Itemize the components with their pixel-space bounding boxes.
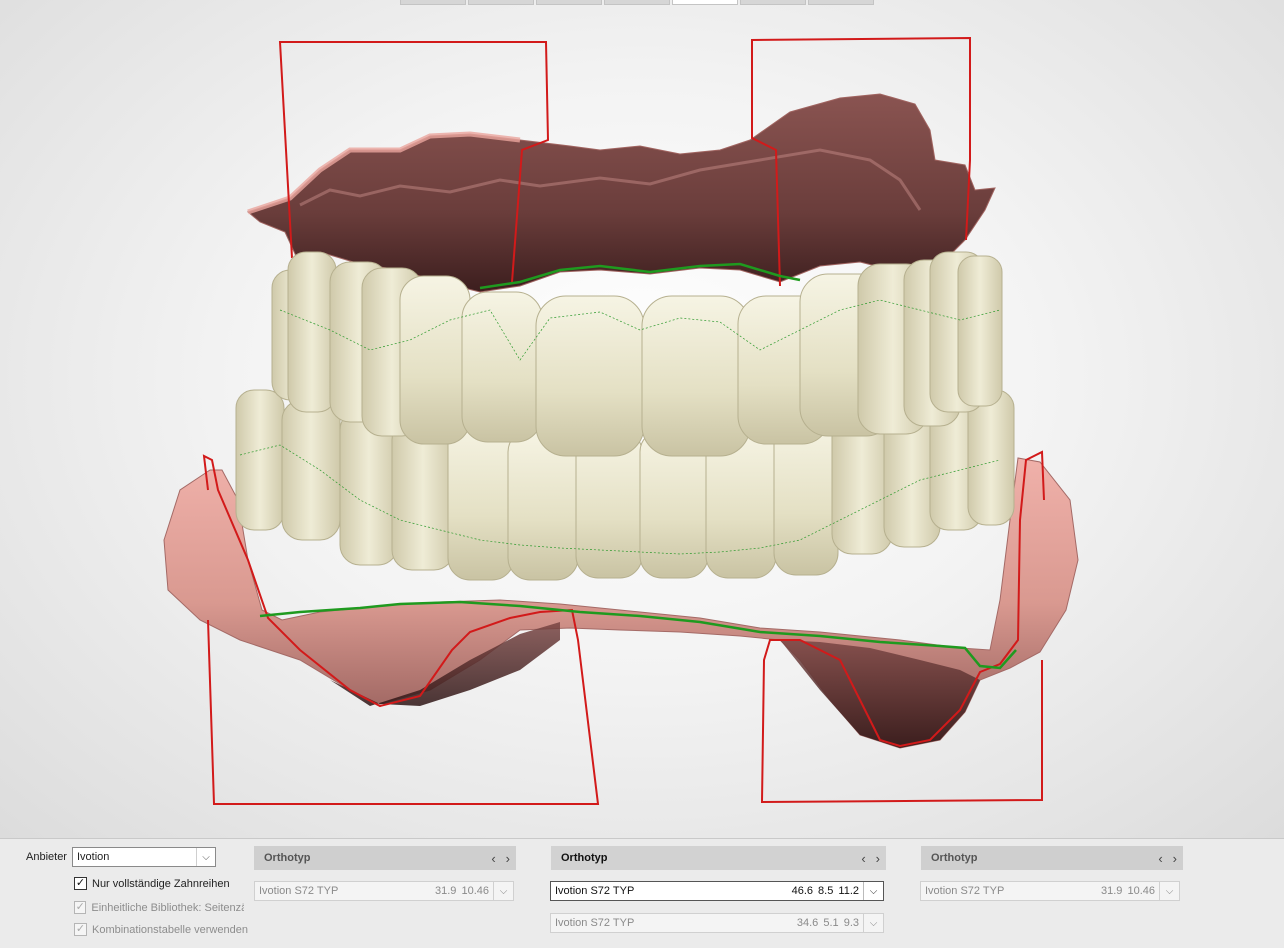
chevron-down-icon[interactable]: ⌵ — [863, 914, 883, 932]
column-header-right: Orthotyp ‹ › — [921, 846, 1183, 870]
provider-dropdown[interactable]: Ivotion ⌵ — [72, 847, 216, 867]
tooth-set-values: 31.9 10.46 — [1101, 885, 1155, 897]
tooth-set-select-center[interactable]: Ivotion S72 TYP 46.6 8.5 11.2 ⌵ — [550, 881, 884, 901]
option-label: Einheitliche Bibliothek: Seitenzäh — [91, 901, 244, 914]
chevron-down-icon[interactable]: ⌵ — [863, 882, 883, 900]
chevron-down-icon[interactable]: ⌵ — [197, 848, 215, 866]
checkbox-complete-rows[interactable]: ✓ — [74, 877, 87, 890]
option-label: Kombinationstabelle verwenden — [92, 923, 248, 936]
chevron-down-icon[interactable]: ⌵ — [1159, 882, 1179, 900]
tooth-set-values: 31.9 10.46 — [435, 885, 489, 897]
column-title: Orthotyp — [264, 852, 311, 864]
next-icon[interactable]: › — [1173, 851, 1177, 866]
checkbox-combination-table: ✓ — [74, 923, 87, 936]
column-header-center: Orthotyp ‹ › — [551, 846, 886, 870]
tooth-set-select-center-2[interactable]: Ivotion S72 TYP 34.6 5.1 9.3 ⌵ — [550, 913, 884, 933]
3d-viewport[interactable] — [0, 0, 1284, 838]
tooth-set-name: Ivotion S72 TYP — [925, 885, 1005, 897]
tooth-set-values: 34.6 5.1 9.3 — [796, 917, 859, 929]
checkbox-uniform-library: ✓ — [74, 901, 87, 914]
provider-label: Anbieter — [26, 851, 67, 863]
option-complete-rows[interactable]: ✓ Nur vollständige Zahnreihen — [74, 877, 230, 890]
upper-teeth — [271, 251, 1003, 457]
prev-icon[interactable]: ‹ — [1158, 851, 1162, 866]
tooth-set-name: Ivotion S72 TYP — [555, 917, 635, 929]
tooth-set-select-left[interactable]: Ivotion S72 TYP 31.9 10.46 ⌵ — [254, 881, 514, 901]
tooth-set-values: 46.6 8.5 11.2 — [791, 885, 859, 897]
option-label: Nur vollständige Zahnreihen — [92, 877, 230, 890]
chevron-down-icon[interactable]: ⌵ — [493, 882, 513, 900]
prev-icon[interactable]: ‹ — [491, 851, 495, 866]
tooth-set-name: Ivotion S72 TYP — [259, 885, 339, 897]
provider-value: Ivotion — [73, 848, 197, 866]
column-header-left: Orthotyp ‹ › — [254, 846, 516, 870]
column-title: Orthotyp — [561, 852, 608, 864]
column-title: Orthotyp — [931, 852, 978, 864]
dental-model-render[interactable] — [0, 0, 1284, 838]
option-combination-table: ✓ Kombinationstabelle verwenden — [74, 923, 248, 936]
tooth-set-select-right[interactable]: Ivotion S72 TYP 31.9 10.46 ⌵ — [920, 881, 1180, 901]
prev-icon[interactable]: ‹ — [861, 851, 865, 866]
tooth-set-name: Ivotion S72 TYP — [555, 885, 635, 897]
next-icon[interactable]: › — [506, 851, 510, 866]
option-uniform-library: ✓ Einheitliche Bibliothek: Seitenzäh — [74, 901, 244, 914]
next-icon[interactable]: › — [876, 851, 880, 866]
